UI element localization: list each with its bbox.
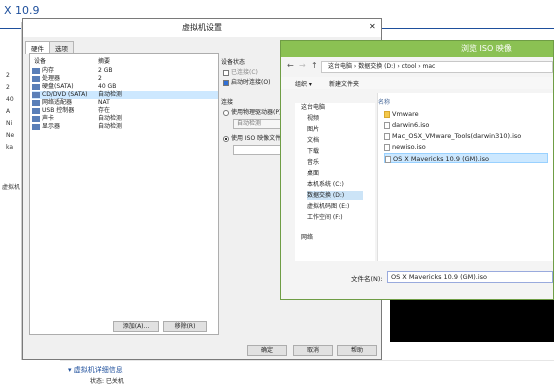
usb-icon <box>32 107 40 114</box>
connected-checkbox[interactable]: 已连接(C) <box>223 67 258 76</box>
nav-item-videos[interactable]: 视频 <box>307 114 319 123</box>
library-sidebar: 2 2 40 A Ni Ne ka 虚拟机 <box>0 22 22 360</box>
vm-screen-preview <box>390 300 554 342</box>
dialog-title: 虚拟机设置 <box>23 19 381 37</box>
nav-item-downloads[interactable]: 下载 <box>307 147 319 156</box>
disk-icon <box>32 83 40 90</box>
nav-item-drive-d[interactable]: 数据交换 (D:) <box>307 191 363 200</box>
iso-file-icon <box>384 132 390 140</box>
up-arrow-icon[interactable]: ↑ <box>311 61 318 70</box>
organize-button[interactable]: 组织 ▾ <box>295 79 312 88</box>
hardware-row-cpu[interactable]: 处理器 2 <box>32 75 218 83</box>
new-folder-button[interactable]: 新建文件夹 <box>329 79 359 88</box>
nav-item-music[interactable]: 音乐 <box>307 158 319 167</box>
column-summary: 摘要 <box>98 58 111 65</box>
close-icon[interactable]: ✕ <box>369 22 376 31</box>
nav-item-pictures[interactable]: 图片 <box>307 125 319 134</box>
iso-file-icon <box>384 143 390 151</box>
hardware-row-sound[interactable]: 声卡 自动检测 <box>32 115 218 123</box>
library-label: ka <box>6 144 14 151</box>
remove-hardware-button[interactable]: 移除(R) <box>163 321 207 332</box>
address-bar[interactable]: 这台电脑 › 数据交换 (D:) › ctool › mac <box>321 61 553 73</box>
hardware-row-disk[interactable]: 硬盘(SATA) 40 GB <box>32 83 218 91</box>
folder-icon <box>384 110 390 118</box>
back-arrow-icon[interactable]: ← <box>287 61 294 70</box>
list-item[interactable]: OS X Mavericks 10.9 (GM).iso <box>384 153 548 163</box>
memory-icon <box>32 67 40 74</box>
browse-iso-dialog: 浏览 ISO 映像 ← → ↑ 这台电脑 › 数据交换 (D:) › ctool… <box>280 40 554 300</box>
column-device: 设备 <box>34 58 47 65</box>
iso-radio[interactable]: 使用 ISO 映像文件 <box>223 133 281 142</box>
column-name[interactable]: 名称 <box>378 97 390 106</box>
file-list: 名称 Vmware darwin6.iso Mac_OSX_VMware_Too… <box>377 93 553 261</box>
filename-input[interactable]: OS X Mavericks 10.9 (GM).iso <box>387 271 553 283</box>
iso-file-icon <box>384 121 390 129</box>
nav-item-network[interactable]: 网络 <box>301 233 313 242</box>
toolbar: 组织 ▾ 新建文件夹 <box>281 77 553 89</box>
hardware-row-memory[interactable]: 内存 2 GB <box>32 67 218 75</box>
tab-bar: 硬件 选项 <box>25 41 74 54</box>
connect-on-power-checkbox[interactable]: 启动时连接(O) <box>223 77 270 86</box>
add-hardware-button[interactable]: 添加(A)... <box>113 321 159 332</box>
network-icon <box>32 99 40 106</box>
nav-item-this-pc[interactable]: 这台电脑 <box>301 103 325 112</box>
hardware-row-cdrom[interactable]: CD/DVD (SATA) 自动检测 <box>32 91 218 99</box>
nav-item-drive-e[interactable]: 虚拟机码图 (E:) <box>307 202 349 211</box>
nav-item-documents[interactable]: 文档 <box>307 136 319 145</box>
list-item[interactable]: Vmware <box>384 109 548 119</box>
library-label: 2 <box>6 72 10 79</box>
device-status-label: 设备状态 <box>221 59 246 66</box>
sound-icon <box>32 115 40 122</box>
cd-icon <box>32 91 40 98</box>
iso-path-field[interactable] <box>233 145 281 155</box>
nav-item-drive-f[interactable]: 工作空间 (F:) <box>307 213 343 222</box>
list-item[interactable]: Mac_OSX_VMware_Tools(darwin310).iso <box>384 131 548 141</box>
physical-drive-radio[interactable]: 使用物理驱动器(P): <box>223 107 283 116</box>
list-item[interactable]: newiso.iso <box>384 142 548 152</box>
vm-details-link[interactable]: ▾ 虚拟机详细信息 <box>68 365 123 375</box>
dialog-title: 浏览 ISO 映像 <box>281 41 553 57</box>
cpu-icon <box>32 75 40 82</box>
hardware-row-usb[interactable]: USB 控制器 存在 <box>32 107 218 115</box>
cancel-button[interactable]: 取消 <box>293 345 333 356</box>
library-label: 2 <box>6 84 10 91</box>
library-label: Ne <box>6 132 15 139</box>
display-icon <box>32 123 40 130</box>
list-item[interactable]: darwin6.iso <box>384 120 548 130</box>
list-header: 设备 摘要 <box>32 56 218 66</box>
hardware-row-display[interactable]: 显示器 自动检测 <box>32 123 218 131</box>
library-label: 40 <box>6 96 14 103</box>
library-label: Ni <box>6 120 13 127</box>
forward-arrow-icon[interactable]: → <box>299 61 306 70</box>
filename-label: 文件名(N): <box>351 275 383 283</box>
navigation-pane: 这台电脑 视频 图片 文档 下载 音乐 桌面 本机系统 (C:) 数据交换 (D… <box>295 103 375 261</box>
hardware-list: 设备 摘要 内存 2 GB 处理器 2 硬盘(SATA) 40 GB CD/DVD (… <box>29 53 219 335</box>
connection-label: 连接 <box>221 99 234 106</box>
hardware-row-network[interactable]: 网络适配器 NAT <box>32 99 218 107</box>
library-label: A <box>6 108 11 115</box>
nav-item-desktop[interactable]: 桌面 <box>307 169 319 178</box>
nav-item-drive-c[interactable]: 本机系统 (C:) <box>307 180 344 189</box>
physical-drive-select[interactable]: 自动检测 <box>233 119 281 129</box>
vm-details-footer: ▾ 虚拟机详细信息 状态: 已关机 <box>60 360 554 385</box>
ok-button[interactable]: 确定 <box>247 345 287 356</box>
help-button[interactable]: 帮助 <box>337 345 377 356</box>
vm-status: 状态: 已关机 <box>90 378 124 385</box>
library-label: 虚拟机 <box>2 184 21 191</box>
iso-file-icon <box>385 155 391 163</box>
